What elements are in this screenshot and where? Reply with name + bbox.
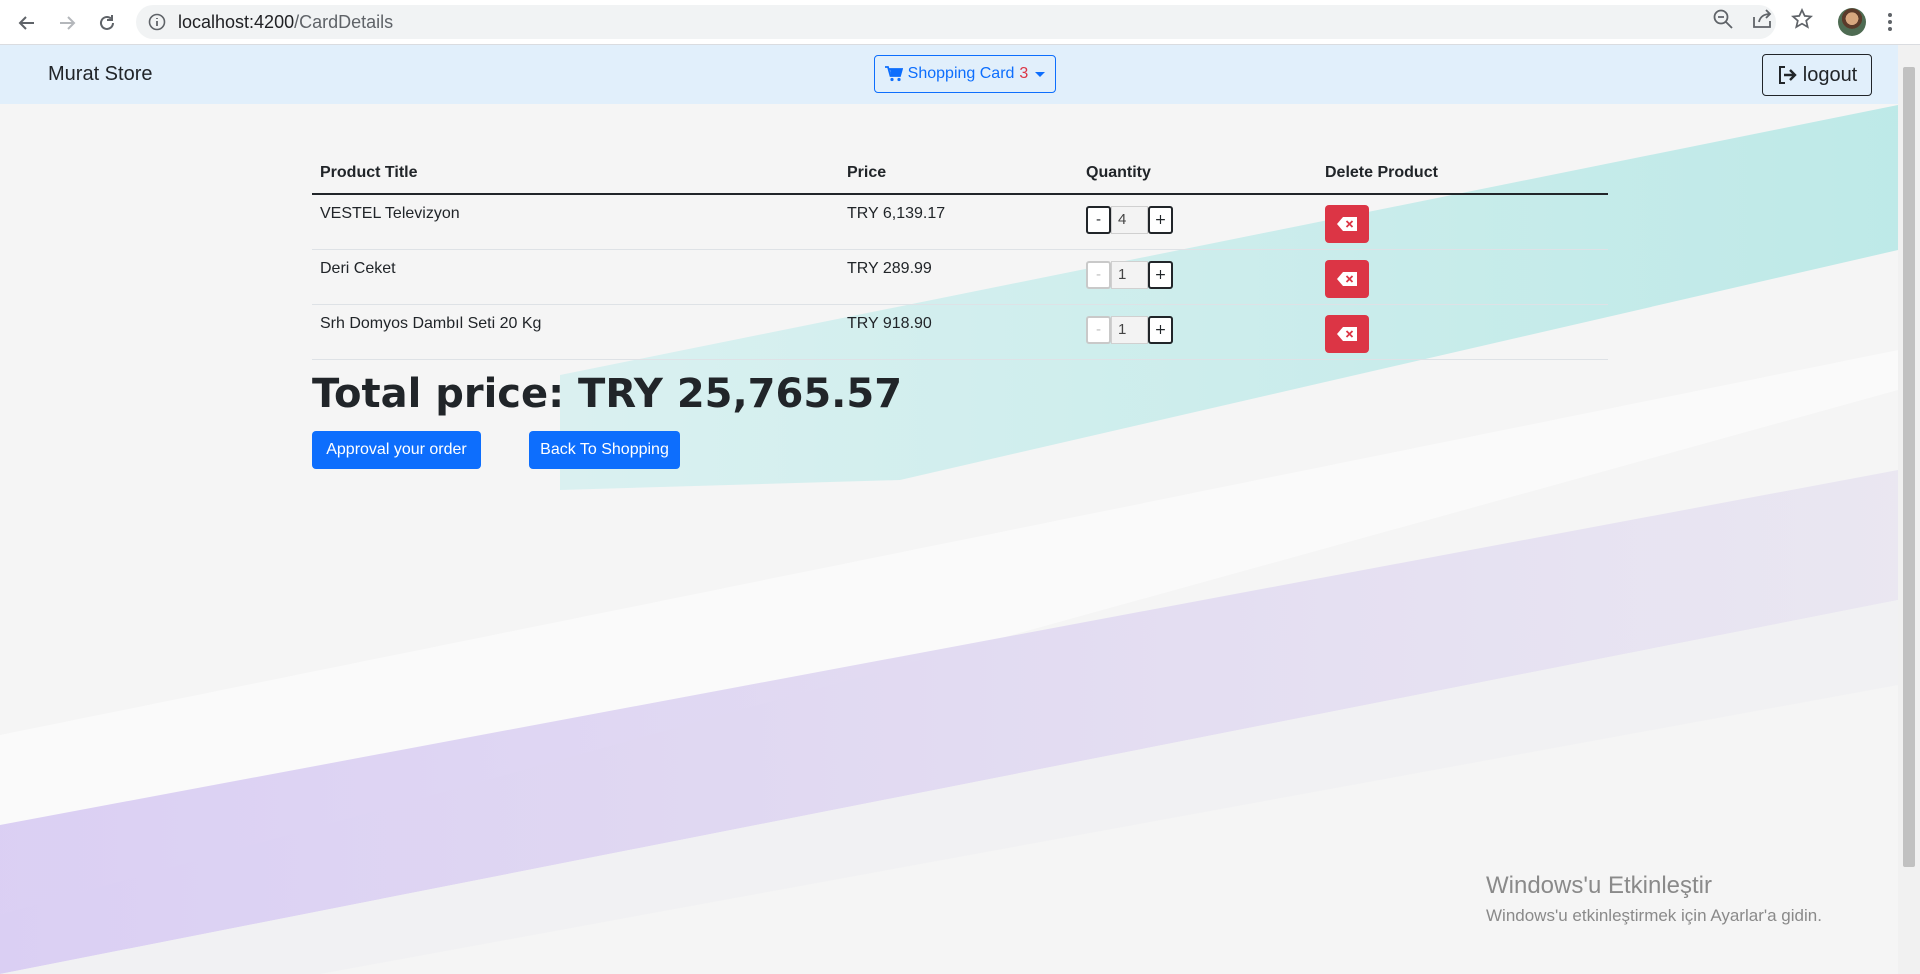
backspace-x-icon <box>1337 217 1357 231</box>
increment-button[interactable]: + <box>1148 261 1173 289</box>
product-title-cell: VESTEL Televizyon <box>312 194 839 250</box>
share-icon[interactable] <box>1751 8 1773 35</box>
quantity-cell: - 4 + <box>1078 194 1317 250</box>
zoom-icon[interactable] <box>1712 8 1734 35</box>
delete-product-button[interactable] <box>1325 260 1369 298</box>
cart-table: Product Title Price Quantity Delete Prod… <box>312 153 1608 360</box>
quantity-input[interactable]: 1 <box>1111 261 1148 289</box>
star-icon[interactable] <box>1790 7 1814 35</box>
quantity-stepper: - 4 + <box>1086 206 1309 234</box>
profile-avatar[interactable] <box>1838 8 1866 36</box>
page-scrollbar[interactable] <box>1898 45 1920 974</box>
logout-label: logout <box>1802 63 1858 86</box>
delete-cell <box>1317 194 1608 250</box>
brand-link[interactable]: Murat Store <box>48 45 152 104</box>
activation-watermark-subtitle: Windows'u etkinleştirmek için Ayarlar'a … <box>1486 906 1822 925</box>
total-price-heading: Total price: TRY 25,765.57 <box>312 371 903 417</box>
header-product-title: Product Title <box>312 153 839 195</box>
cart-label: Shopping Card <box>907 65 1015 82</box>
quantity-stepper: - 1 + <box>1086 316 1309 344</box>
cart-count-badge: 3 <box>1019 65 1029 82</box>
header-delete-product: Delete Product <box>1317 153 1608 195</box>
logout-icon <box>1778 66 1797 84</box>
reload-icon[interactable] <box>92 8 122 38</box>
scrollbar-thumb[interactable] <box>1903 67 1915 867</box>
cart-icon <box>884 66 903 82</box>
header-quantity: Quantity <box>1078 153 1317 195</box>
quantity-cell: - 1 + <box>1078 304 1317 360</box>
decrement-button[interactable]: - <box>1086 206 1111 234</box>
product-title-cell: Deri Ceket <box>312 249 839 305</box>
product-price-cell: TRY 289.99 <box>839 249 1078 305</box>
url-host: localhost:4200 <box>178 12 295 32</box>
back-arrow-icon[interactable] <box>12 8 42 38</box>
increment-button[interactable]: + <box>1148 316 1173 344</box>
header-price: Price <box>839 153 1078 195</box>
table-row: Srh Domyos Dambıl Seti 20 Kg TRY 918.90 … <box>312 304 1608 360</box>
chevron-down-icon <box>1035 71 1046 77</box>
back-to-shopping-button[interactable]: Back To Shopping <box>529 431 680 469</box>
activation-watermark-title: Windows'u Etkinleştir <box>1486 872 1712 899</box>
forward-arrow-icon[interactable] <box>52 8 82 38</box>
table-header-row: Product Title Price Quantity Delete Prod… <box>312 153 1608 195</box>
delete-cell <box>1317 249 1608 305</box>
quantity-input[interactable]: 4 <box>1111 206 1148 234</box>
url-text: localhost:4200/CardDetails <box>178 5 393 39</box>
product-price-cell: TRY 6,139.17 <box>839 194 1078 250</box>
quantity-stepper: - 1 + <box>1086 261 1309 289</box>
product-price-cell: TRY 918.90 <box>839 304 1078 360</box>
shopping-card-dropdown-button[interactable]: Shopping Card 3 <box>874 55 1056 93</box>
decrement-button[interactable]: - <box>1086 261 1111 289</box>
approve-order-button[interactable]: Approval your order <box>312 431 481 469</box>
backspace-x-icon <box>1337 327 1357 341</box>
table-row: VESTEL Televizyon TRY 6,139.17 - 4 + <box>312 194 1608 250</box>
quantity-input[interactable]: 1 <box>1111 316 1148 344</box>
decrement-button[interactable]: - <box>1086 316 1111 344</box>
quantity-cell: - 1 + <box>1078 249 1317 305</box>
delete-cell <box>1317 304 1608 360</box>
delete-product-button[interactable] <box>1325 205 1369 243</box>
product-title-cell: Srh Domyos Dambıl Seti 20 Kg <box>312 304 839 360</box>
menu-kebab-icon[interactable] <box>1887 10 1893 39</box>
url-path: /CardDetails <box>294 12 394 32</box>
backspace-x-icon <box>1337 272 1357 286</box>
increment-button[interactable]: + <box>1148 206 1173 234</box>
browser-toolbar: localhost:4200/CardDetails <box>0 0 1920 45</box>
logout-button[interactable]: logout <box>1762 54 1872 96</box>
table-row: Deri Ceket TRY 289.99 - 1 + <box>312 249 1608 305</box>
address-bar[interactable]: localhost:4200/CardDetails <box>136 5 1776 39</box>
info-icon[interactable] <box>148 13 166 36</box>
delete-product-button[interactable] <box>1325 315 1369 353</box>
top-navbar: Murat Store Shopping Card 3 logout <box>0 45 1898 104</box>
